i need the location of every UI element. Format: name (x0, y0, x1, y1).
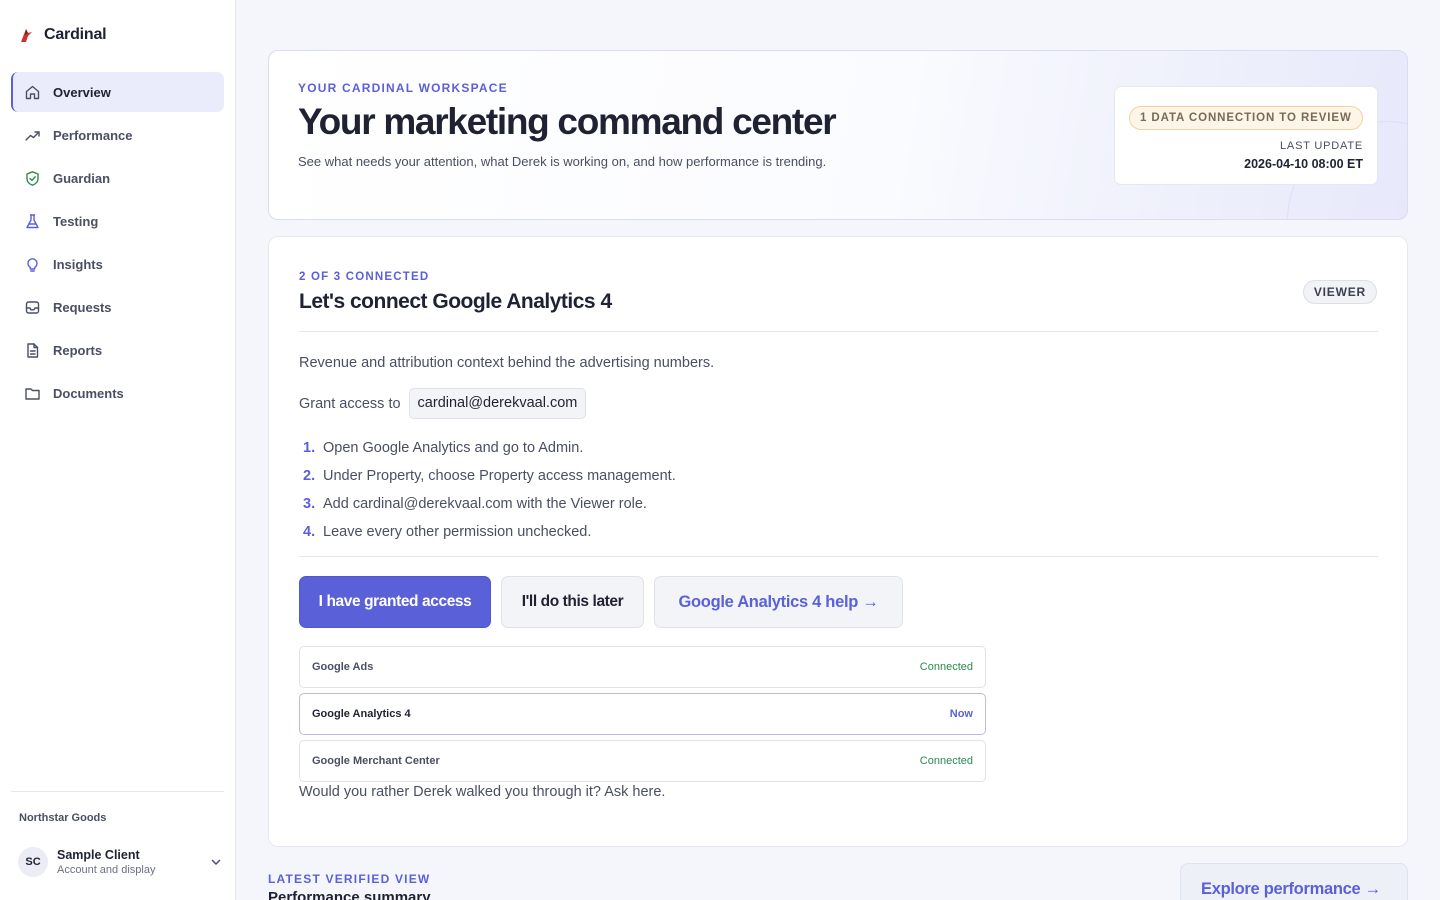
connection-row-google-analytics-4[interactable]: Google Analytics 4 Now (299, 693, 986, 735)
sidebar-item-label: Performance (53, 127, 133, 143)
sidebar-item-label: Reports (53, 342, 103, 358)
list-item: 4. Leave every other permission unchecked… (303, 518, 676, 546)
connect-title: Let's connect Google Analytics 4 (299, 290, 612, 313)
explore-performance-button[interactable]: Explore performance → (1180, 863, 1408, 900)
last-update-value: 2026-04-10 08:00 ET (1244, 157, 1363, 171)
workspace-hero: YOUR CARDINAL WORKSPACE Your marketing c… (268, 50, 1408, 220)
sidebar-item-label: Requests (53, 299, 112, 315)
sidebar-item-requests[interactable]: Requests (11, 287, 224, 327)
divider (299, 331, 1378, 332)
grant-access-row: Grant access to cardinal@derekvaal.com (299, 388, 587, 419)
sidebar-nav: Overview Performance Guardian Testing In… (11, 72, 224, 416)
step-text: Add cardinal@derekvaal.com with the View… (323, 496, 647, 512)
sidebar-item-reports[interactable]: Reports (11, 330, 224, 370)
sidebar-item-label: Testing (53, 213, 99, 229)
page-subtitle: See what needs your attention, what Dere… (298, 154, 827, 169)
sidebar-item-overview[interactable]: Overview (11, 72, 224, 112)
account-menu[interactable]: SC Sample Client Account and display (18, 845, 223, 879)
connect-description: Revenue and attribution context behind t… (299, 355, 715, 371)
flask-icon (24, 213, 41, 230)
step-number: 3. (303, 496, 316, 512)
granted-access-button[interactable]: I have granted access (299, 576, 491, 628)
step-text: Leave every other permission unchecked. (323, 524, 592, 540)
list-item: 1. Open Google Analytics and go to Admin. (303, 434, 676, 462)
document-icon (24, 342, 41, 359)
grant-email[interactable]: cardinal@derekvaal.com (408, 388, 587, 419)
sidebar-divider (11, 791, 224, 792)
sidebar-item-documents[interactable]: Documents (11, 373, 224, 413)
grant-label: Grant access to (299, 395, 401, 412)
connection-name: Google Analytics 4 (312, 708, 411, 720)
account-subtitle: Account and display (57, 864, 156, 876)
list-item: 3. Add cardinal@derekvaal.com with the Vi… (303, 490, 676, 518)
role-badge: VIEWER (1302, 280, 1377, 304)
do-later-button[interactable]: I'll do this later (501, 576, 644, 628)
connect-progress: 2 OF 3 CONNECTED (299, 271, 430, 283)
brand[interactable]: Cardinal (18, 26, 107, 44)
divider (299, 556, 1378, 557)
list-item: 2. Under Property, choose Property access… (303, 462, 676, 490)
step-text: Under Property, choose Property access m… (323, 468, 676, 484)
trend-icon (24, 127, 41, 144)
sidebar-item-label: Documents (53, 385, 124, 401)
step-text: Open Google Analytics and go to Admin. (323, 440, 584, 456)
step-number: 2. (303, 468, 316, 484)
home-icon (24, 84, 41, 101)
latest-eyebrow: LATEST VERIFIED VIEW (268, 872, 431, 886)
sidebar: Cardinal Overview Performance Guardian T… (0, 0, 236, 900)
connection-row-google-ads[interactable]: Google Ads Connected (299, 646, 986, 688)
lightbulb-icon (24, 256, 41, 273)
app-name: Cardinal (44, 26, 107, 43)
sidebar-item-guardian[interactable]: Guardian (11, 158, 224, 198)
page-title: Your marketing command center (298, 101, 837, 142)
sidebar-item-testing[interactable]: Testing (11, 201, 224, 241)
connection-status: Now (949, 708, 973, 720)
organization-name: Northstar Goods (19, 812, 107, 824)
account-text: Sample Client Account and display (57, 848, 209, 876)
sidebar-item-performance[interactable]: Performance (11, 115, 224, 155)
last-update-label: LAST UPDATE (1280, 140, 1363, 152)
sidebar-item-label: Guardian (53, 170, 111, 186)
connection-status: Connected (919, 661, 973, 673)
step-number: 4. (303, 524, 316, 540)
connection-name: Google Merchant Center (312, 755, 440, 767)
shield-icon (24, 170, 41, 187)
folder-icon (24, 385, 41, 402)
sidebar-item-insights[interactable]: Insights (11, 244, 224, 284)
ask-derek-link[interactable]: Would you rather Derek walked you throug… (299, 784, 665, 800)
sidebar-item-label: Insights (53, 256, 103, 272)
inbox-icon (24, 299, 41, 316)
sidebar-item-label: Overview (53, 84, 111, 100)
account-name: Sample Client (57, 848, 140, 862)
chevron-down-icon (211, 859, 221, 865)
ga4-help-button[interactable]: Google Analytics 4 help → (654, 576, 903, 628)
review-badge[interactable]: 1 DATA CONNECTION TO REVIEW (1129, 106, 1363, 130)
performance-summary-title: Performance summary (268, 889, 431, 900)
cardinal-logo-icon (21, 29, 32, 42)
connection-list: Google Ads Connected Google Analytics 4 … (299, 646, 986, 787)
hero-eyebrow: YOUR CARDINAL WORKSPACE (298, 81, 508, 95)
connection-row-google-merchant-center[interactable]: Google Merchant Center Connected (299, 740, 986, 782)
avatar: SC (18, 847, 48, 877)
connect-card: 2 OF 3 CONNECTED Let's connect Google An… (268, 236, 1408, 847)
connection-name: Google Ads (312, 661, 374, 673)
status-card: 1 DATA CONNECTION TO REVIEW LAST UPDATE … (1114, 86, 1378, 185)
instruction-steps: 1. Open Google Analytics and go to Admin.… (303, 434, 676, 546)
connection-status: Connected (919, 755, 973, 767)
step-number: 1. (303, 440, 316, 456)
